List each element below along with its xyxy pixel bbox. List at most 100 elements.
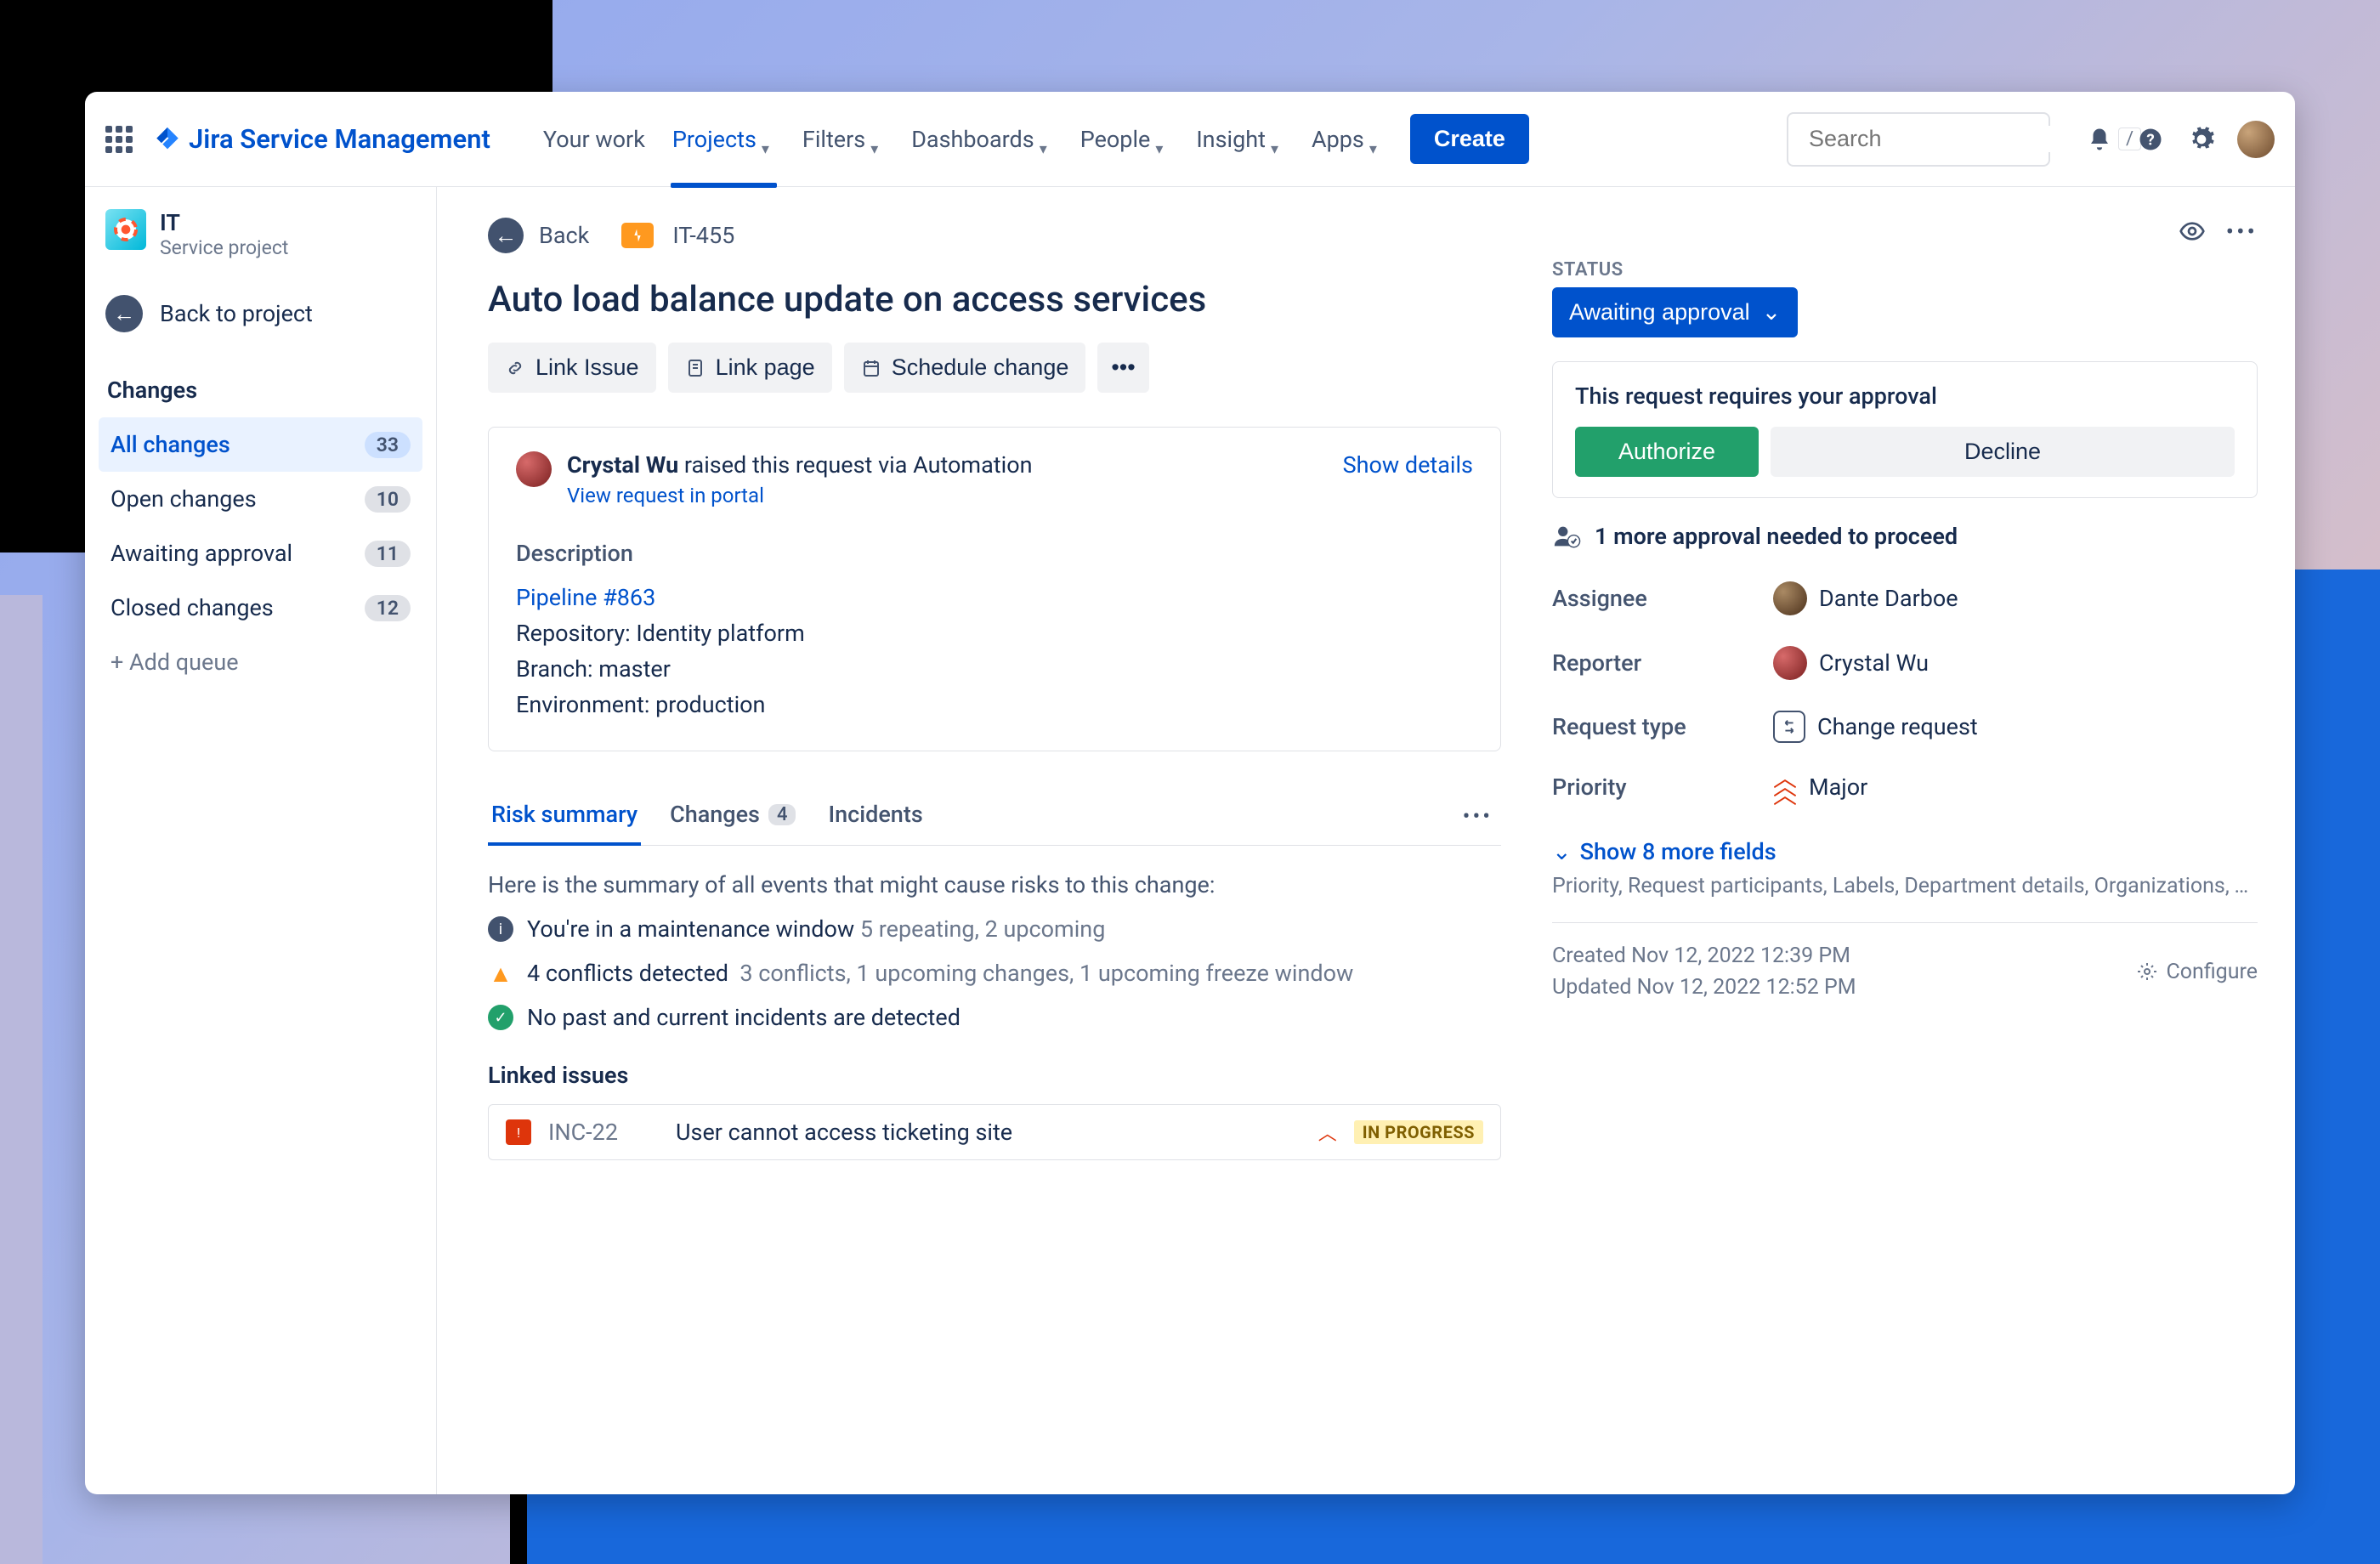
chevron-down-icon	[1271, 133, 1284, 146]
back-label: Back	[539, 222, 589, 249]
linked-issue-key: INC-22	[548, 1119, 659, 1146]
project-header[interactable]: IT Service project	[99, 209, 422, 280]
link-issue-button[interactable]: Link Issue	[488, 343, 656, 393]
authorize-button[interactable]: Authorize	[1575, 427, 1759, 477]
product-name: Jira Service Management	[189, 123, 490, 155]
search-box[interactable]: /	[1787, 112, 2050, 167]
priority-icon: ︿	[1318, 1119, 1337, 1146]
back-button[interactable]: ←	[488, 218, 524, 253]
sidebar-section-header: Changes	[107, 377, 414, 404]
svg-text:?: ?	[2146, 130, 2154, 149]
watch-icon[interactable]	[2179, 218, 2206, 251]
show-more-fields[interactable]: ⌄Show 8 more fields	[1552, 838, 2258, 865]
request-source: raised this request via Automation	[678, 451, 1032, 479]
requester-name[interactable]: Crystal Wu	[567, 451, 678, 479]
chevron-down-icon	[762, 133, 775, 146]
product-logo[interactable]: Jira Service Management	[153, 123, 490, 155]
add-queue[interactable]: + Add queue	[99, 635, 422, 689]
tabs-more-button[interactable]: •••	[1454, 796, 1501, 838]
risk-row-incidents: ✓ No past and current incidents are dete…	[488, 1004, 1501, 1031]
approvers-icon	[1552, 522, 1581, 551]
issue-key[interactable]: IT-455	[672, 222, 734, 249]
app-switcher-icon[interactable]	[105, 126, 133, 153]
settings-icon[interactable]	[2186, 124, 2217, 155]
risk-row-conflicts: ▲ 4 conflicts detected 3 conflicts, 1 up…	[488, 960, 1501, 987]
back-arrow-icon: ←	[105, 295, 143, 332]
chevron-down-icon: ⌄	[1762, 299, 1782, 326]
warning-icon: ▲	[488, 960, 513, 986]
approval-header: This request requires your approval	[1575, 382, 2235, 410]
queue-closed-changes[interactable]: Closed changes12	[99, 581, 422, 635]
request-type-icon	[1773, 711, 1805, 743]
create-button[interactable]: Create	[1410, 114, 1529, 164]
reporter-avatar	[1773, 646, 1807, 680]
issue-more-button[interactable]: •••	[2226, 218, 2258, 251]
project-type: Service project	[160, 236, 288, 259]
search-input[interactable]	[1809, 126, 2110, 152]
jira-icon	[153, 125, 182, 154]
more-actions-button[interactable]: •••	[1097, 343, 1148, 393]
chevron-down-icon: ⌄	[1552, 838, 1572, 865]
calendar-icon	[861, 358, 881, 378]
tab-count-badge: 4	[768, 804, 796, 825]
issue-type-icon	[621, 223, 654, 248]
nav-your-work[interactable]: Your work	[536, 119, 652, 160]
project-name: IT	[160, 209, 288, 236]
check-icon: ✓	[488, 1005, 513, 1030]
nav-dashboards[interactable]: Dashboards	[904, 119, 1060, 160]
description-env: Environment: production	[516, 691, 1473, 718]
chevron-down-icon	[1040, 133, 1053, 146]
back-to-project[interactable]: ← Back to project	[99, 285, 422, 343]
help-icon[interactable]: ?	[2135, 124, 2166, 155]
gear-icon	[2137, 961, 2157, 982]
approval-note: 1 more approval needed to proceed	[1552, 522, 2258, 551]
decline-button[interactable]: Decline	[1771, 427, 2235, 477]
nav-projects[interactable]: Projects	[666, 119, 782, 160]
field-assignee[interactable]: Assignee Dante Darboe	[1552, 581, 2258, 615]
profile-avatar[interactable]	[2237, 121, 2275, 158]
field-reporter[interactable]: Reporter Crystal Wu	[1552, 646, 2258, 680]
project-icon	[105, 209, 146, 250]
status-dropdown[interactable]: Awaiting approval⌄	[1552, 287, 1798, 337]
pipeline-link[interactable]: Pipeline #863	[516, 584, 1473, 611]
field-request-type[interactable]: Request type Change request	[1552, 711, 2258, 743]
description-branch: Branch: master	[516, 655, 1473, 683]
priority-major-icon: ︿︿︿	[1773, 774, 1797, 799]
link-icon	[505, 358, 525, 378]
show-details-link[interactable]: Show details	[1343, 451, 1473, 479]
chevron-down-icon	[1155, 133, 1169, 146]
nav-filters[interactable]: Filters	[796, 119, 891, 160]
link-page-button[interactable]: Link page	[668, 343, 832, 393]
assignee-avatar	[1773, 581, 1807, 615]
queue-count: 10	[365, 486, 411, 513]
queue-count: 11	[365, 541, 411, 567]
configure-link[interactable]: Configure	[2137, 944, 2258, 1000]
tab-changes[interactable]: Changes4	[666, 789, 799, 845]
schedule-change-button[interactable]: Schedule change	[844, 343, 1086, 393]
incident-type-icon: !	[506, 1119, 531, 1145]
view-request-portal-link[interactable]: View request in portal	[567, 484, 1328, 507]
risk-intro: Here is the summary of all events that m…	[488, 871, 1501, 898]
linked-issue-row[interactable]: ! INC-22 User cannot access ticketing si…	[488, 1104, 1501, 1160]
updated-date: Updated Nov 12, 2022 12:52 PM	[1552, 975, 1856, 1000]
nav-people[interactable]: People	[1074, 119, 1176, 160]
created-date: Created Nov 12, 2022 12:39 PM	[1552, 944, 1856, 968]
queue-count: 33	[365, 432, 411, 458]
field-priority[interactable]: Priority ︿︿︿Major	[1552, 774, 2258, 801]
description-label: Description	[516, 540, 1473, 567]
requester-avatar[interactable]	[516, 451, 552, 487]
queue-all-changes[interactable]: All changes33	[99, 417, 422, 472]
risk-row-maintenance: i You're in a maintenance window 5 repea…	[488, 915, 1501, 943]
nav-insight[interactable]: Insight	[1189, 119, 1291, 160]
more-fields-list: Priority, Request participants, Labels, …	[1552, 874, 2258, 898]
linked-issue-summary: User cannot access ticketing site	[676, 1119, 1301, 1146]
queue-awaiting-approval[interactable]: Awaiting approval11	[99, 526, 422, 581]
notifications-icon[interactable]	[2084, 124, 2115, 155]
tab-incidents[interactable]: Incidents	[824, 789, 926, 845]
queue-open-changes[interactable]: Open changes10	[99, 472, 422, 526]
queue-count: 12	[365, 595, 411, 621]
issue-title[interactable]: Auto load balance update on access servi…	[488, 279, 1501, 320]
tab-risk-summary[interactable]: Risk summary	[488, 789, 641, 845]
nav-apps[interactable]: Apps	[1305, 119, 1390, 160]
page-icon	[685, 358, 706, 378]
